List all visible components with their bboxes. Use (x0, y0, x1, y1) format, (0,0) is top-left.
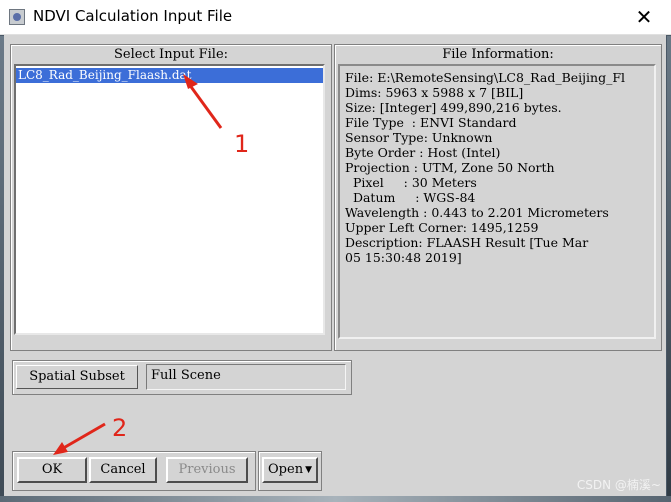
annotation-label-2: 2 (112, 414, 128, 442)
ok-button[interactable]: OK (17, 457, 87, 483)
info-line: Pixel : 30 Meters (345, 175, 477, 190)
watermark: CSDN @楠溪~ (576, 478, 661, 492)
info-line: Byte Order : Host (Intel) (345, 145, 501, 160)
file-information-text: File: E:\RemoteSensing\LC8_Rad_Beijing_F… (338, 64, 656, 339)
close-icon[interactable]: ✕ (631, 4, 657, 30)
info-line: File Type : ENVI Standard (345, 115, 517, 130)
open-button[interactable]: Open ▼ (262, 457, 318, 483)
info-line: 05 15:30:48 2019] (345, 250, 462, 265)
info-line: Dims: 5963 x 5988 x 7 [BIL] (345, 85, 524, 100)
cancel-button[interactable]: Cancel (89, 457, 157, 483)
annotation-label-1: 1 (234, 130, 250, 158)
window-title: NDVI Calculation Input File (33, 7, 233, 25)
previous-button[interactable]: Previous (166, 457, 248, 483)
info-line: Projection : UTM, Zone 50 North (345, 160, 555, 175)
annotation-arrow-1 (183, 74, 223, 129)
info-line: Size: [Integer] 499,890,216 bytes. (345, 100, 562, 115)
info-line: Upper Left Corner: 1495,1259 (345, 220, 539, 235)
file-information-title: File Information: (442, 47, 554, 62)
open-button-label: Open (268, 462, 304, 477)
input-file-list[interactable]: LC8_Rad_Beijing_Flaash.dat (14, 64, 325, 335)
list-item[interactable]: LC8_Rad_Beijing_Flaash.dat (16, 68, 323, 83)
caret-down-icon: ▼ (305, 465, 312, 475)
info-line: File: E:\RemoteSensing\LC8_Rad_Beijing_F… (345, 70, 625, 85)
info-line: Sensor Type: Unknown (345, 130, 493, 145)
background-strip-bottom (0, 496, 671, 502)
info-line: Wavelength : 0.443 to 2.201 Micrometers (345, 205, 609, 220)
app-icon (9, 9, 25, 25)
annotation-arrow-2 (53, 422, 106, 455)
title-bar[interactable]: NDVI Calculation Input File ✕ (0, 0, 671, 35)
select-input-title: Select Input File: (113, 47, 229, 62)
info-line: Description: FLAASH Result [Tue Mar (345, 235, 589, 250)
info-line: Datum : WGS-84 (345, 190, 476, 205)
spatial-subset-button[interactable]: Spatial Subset (16, 365, 138, 389)
subset-value-field: Full Scene (146, 364, 346, 390)
